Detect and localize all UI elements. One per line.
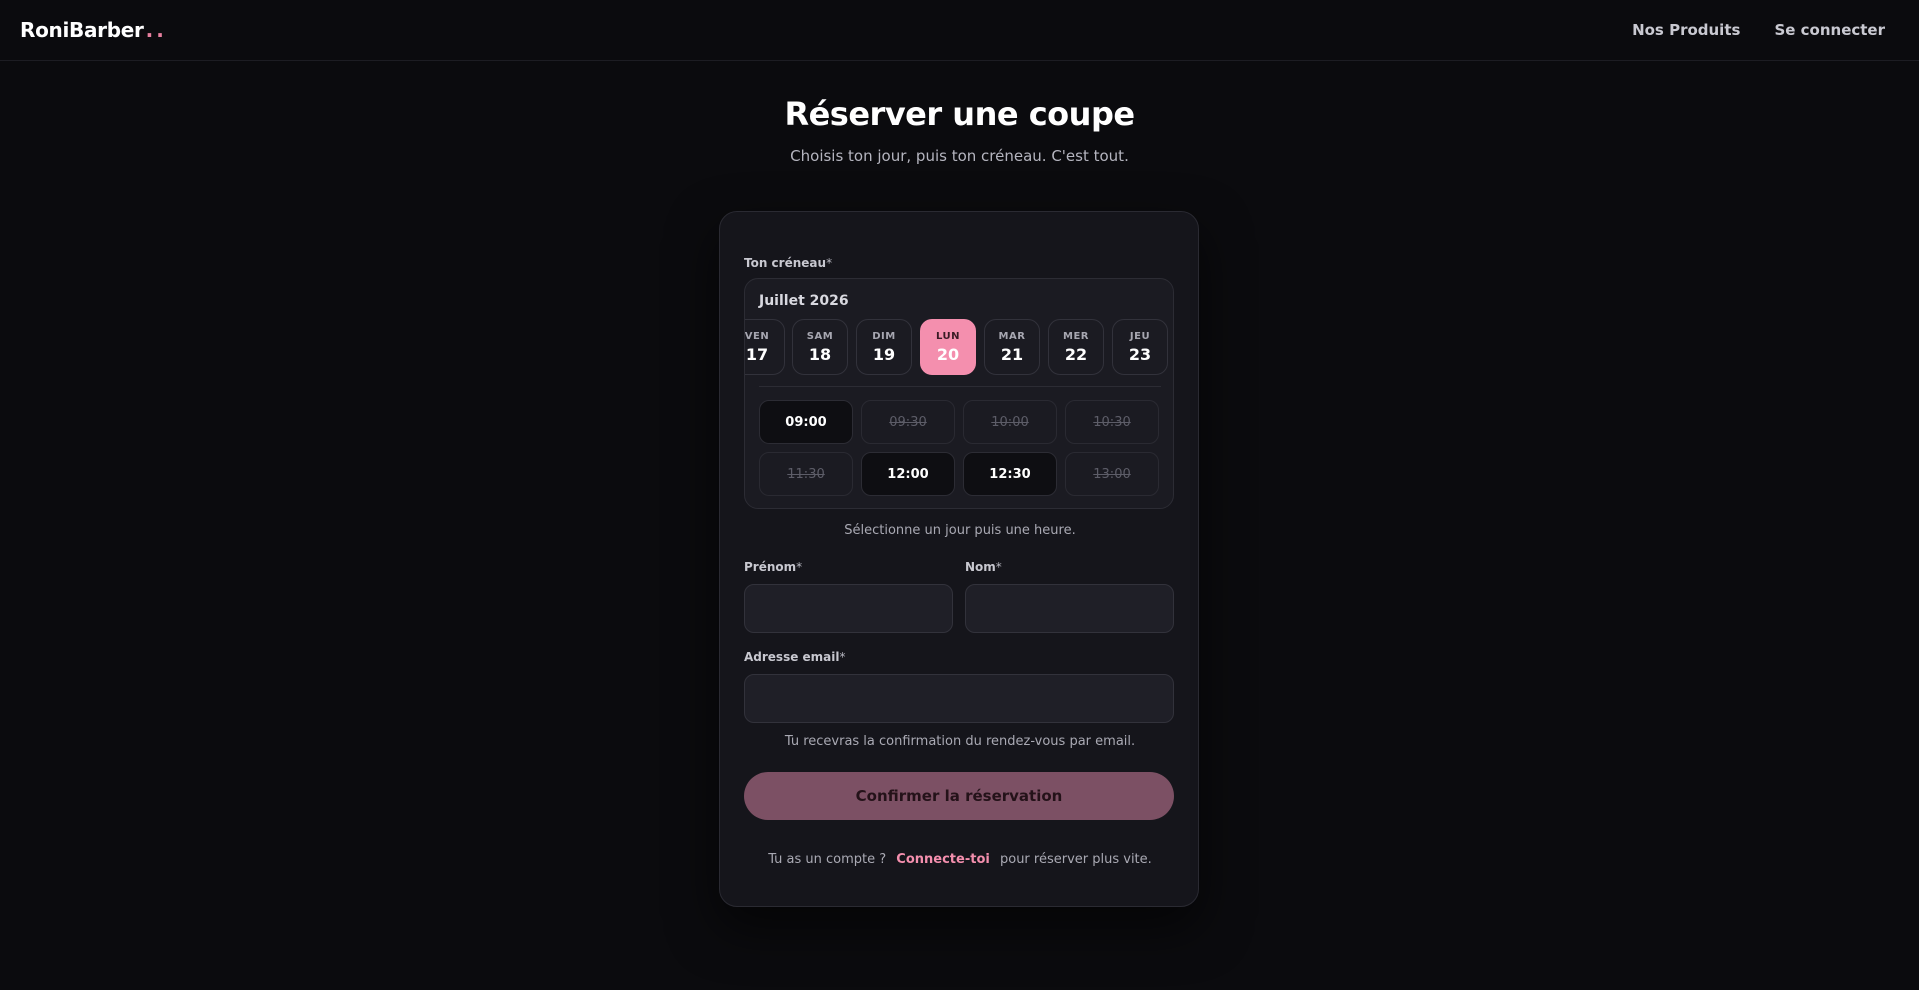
page-title: Réserver une coupe [784, 95, 1135, 133]
time-slot-unavailable: 11:30 [759, 452, 853, 496]
slot-hint: Sélectionne un jour puis une heure. [844, 523, 1076, 538]
top-navbar: RoniBarber .. Nos Produits Se connecter [0, 0, 1919, 61]
divider [759, 386, 1161, 387]
email-input[interactable] [744, 674, 1174, 723]
time-slot-unavailable: 10:00 [963, 400, 1057, 444]
email-label: Adresse email* [744, 650, 846, 664]
nav-login-link[interactable]: Se connecter [1774, 21, 1885, 39]
day-chip-selected[interactable]: LUN 20 [920, 319, 976, 375]
time-slot-unavailable: 09:30 [861, 400, 955, 444]
time-slot[interactable]: 12:30 [963, 452, 1057, 496]
login-link[interactable]: Connecte-toi [896, 852, 990, 867]
day-strip[interactable]: VEN 17 SAM 18 DIM 19 LUN 20 MAR 21 MER 2… [745, 319, 1173, 377]
day-chip[interactable]: MAR 21 [984, 319, 1040, 375]
day-chip[interactable]: MER 22 [1048, 319, 1104, 375]
logo-text: RoniBarber [20, 18, 144, 42]
page-heading: Réserver une coupe Choisis ton jour, pui… [0, 95, 1919, 165]
month-label: Juillet 2026 [759, 293, 849, 309]
day-chip[interactable]: DIM 19 [856, 319, 912, 375]
main-nav: Nos Produits Se connecter [1632, 21, 1885, 39]
logo-dots: .. [145, 18, 167, 42]
firstname-input[interactable] [744, 584, 953, 633]
account-prompt: Tu as un compte ? Connecte-toi pour rése… [768, 852, 1152, 867]
time-slot-unavailable: 13:00 [1065, 452, 1159, 496]
time-slot-unavailable: 10:30 [1065, 400, 1159, 444]
day-chip[interactable]: VEN 17 [745, 319, 785, 375]
day-chip[interactable]: SAM 18 [792, 319, 848, 375]
day-chip[interactable]: JEU 23 [1112, 319, 1168, 375]
booking-card: Ton créneau* Juillet 2026 VEN 17 SAM 18 … [719, 211, 1199, 907]
slot-picker: Juillet 2026 VEN 17 SAM 18 DIM 19 LUN 20… [744, 278, 1174, 509]
lastname-input[interactable] [965, 584, 1174, 633]
confirm-booking-button[interactable]: Confirmer la réservation [744, 772, 1174, 820]
logo[interactable]: RoniBarber .. [20, 18, 167, 42]
slot-label: Ton créneau* [744, 256, 833, 270]
email-hint: Tu recevras la confirmation du rendez-vo… [784, 734, 1136, 749]
nav-products-link[interactable]: Nos Produits [1632, 21, 1740, 39]
lastname-label: Nom* [965, 560, 1002, 574]
time-slot[interactable]: 09:00 [759, 400, 853, 444]
firstname-label: Prénom* [744, 560, 803, 574]
page-subtitle: Choisis ton jour, puis ton créneau. C'es… [790, 147, 1129, 165]
time-slot[interactable]: 12:00 [861, 452, 955, 496]
